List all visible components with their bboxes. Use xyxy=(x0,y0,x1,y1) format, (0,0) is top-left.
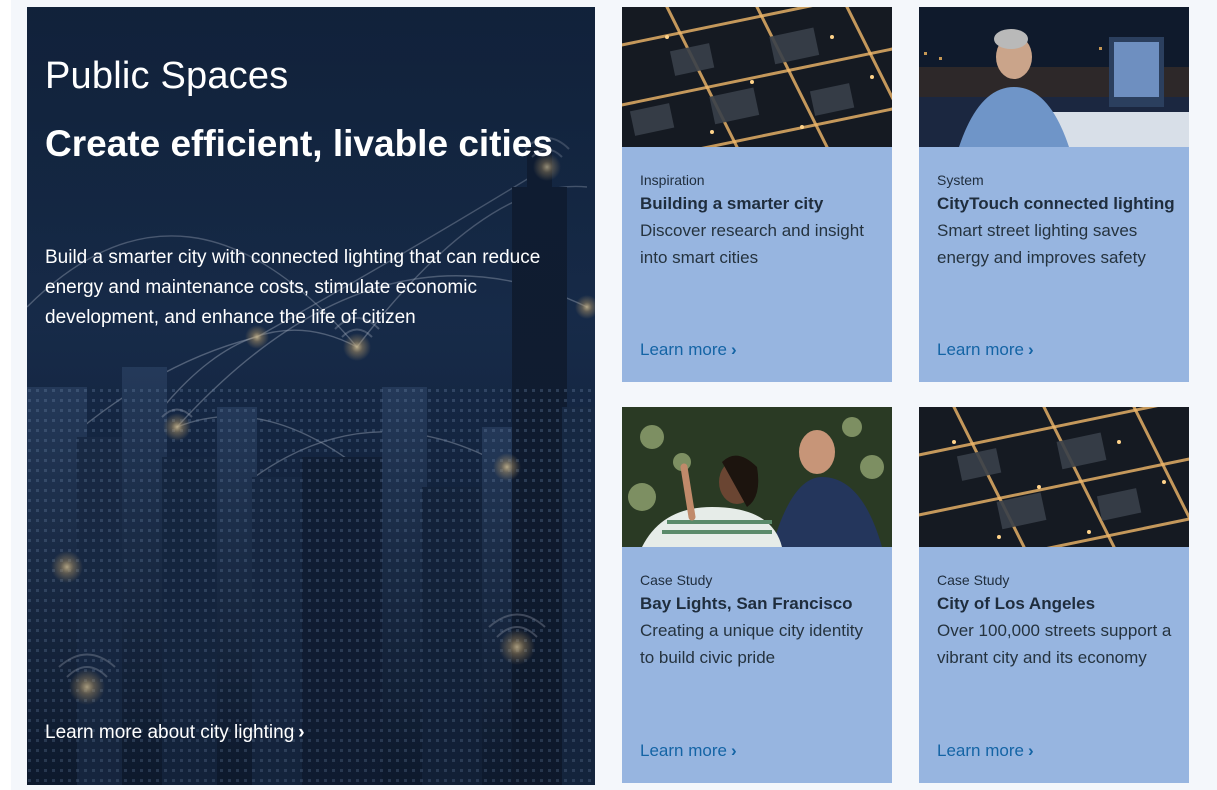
card-body: Case Study City of Los Angeles Over 100,… xyxy=(937,547,1177,671)
card-image-aerial-city xyxy=(919,407,1189,547)
hero-description: Build a smarter city with connected ligh… xyxy=(45,247,541,328)
chevron-right-icon: › xyxy=(1027,741,1034,760)
hero-eyebrow: Public Spaces xyxy=(45,55,289,97)
card-body: System CityTouch connected lighting Smar… xyxy=(937,147,1177,271)
card-title: Bay Lights, San Francisco xyxy=(640,594,853,613)
hero-public-spaces: Public Spaces Create efficient, livable … xyxy=(27,7,595,785)
learn-more-label: Learn more xyxy=(937,741,1024,760)
learn-more-label: Learn more xyxy=(640,741,727,760)
learn-more-link[interactable]: Learn more › xyxy=(640,340,737,360)
card-image-couple-pointing xyxy=(622,407,892,547)
card-kicker: Case Study xyxy=(937,572,1010,588)
card-title: Building a smarter city xyxy=(640,194,824,213)
chevron-right-icon: › xyxy=(1027,340,1034,359)
card-building-smarter-city[interactable]: Inspiration Building a smarter city Disc… xyxy=(622,7,892,382)
hero-link-label: Learn more about city lighting xyxy=(45,722,295,743)
learn-more-link[interactable]: Learn more › xyxy=(937,741,1034,761)
card-kicker: Inspiration xyxy=(640,172,705,188)
page: Public Spaces Create efficient, livable … xyxy=(0,0,1217,790)
card-description: Smart street lighting saves energy and i… xyxy=(937,221,1146,267)
card-citytouch-connected-lighting[interactable]: System CityTouch connected lighting Smar… xyxy=(919,7,1189,382)
chevron-right-icon: › xyxy=(298,722,305,743)
chevron-right-icon: › xyxy=(730,340,737,359)
card-kicker: Case Study xyxy=(640,572,713,588)
card-image-operator-monitor xyxy=(919,7,1189,147)
learn-more-label: Learn more xyxy=(937,340,1024,359)
card-description: Creating a unique city identity to build… xyxy=(640,621,864,667)
card-city-of-los-angeles[interactable]: Case Study City of Los Angeles Over 100,… xyxy=(919,407,1189,783)
learn-more-label: Learn more xyxy=(640,340,727,359)
chevron-right-icon: › xyxy=(730,741,737,760)
card-title: City of Los Angeles xyxy=(937,594,1096,613)
learn-more-link[interactable]: Learn more › xyxy=(640,741,737,761)
card-body: Case Study Bay Lights, San Francisco Cre… xyxy=(640,547,880,671)
learn-more-link[interactable]: Learn more › xyxy=(937,340,1034,360)
card-bay-lights-san-francisco[interactable]: Case Study Bay Lights, San Francisco Cre… xyxy=(622,407,892,783)
card-kicker: System xyxy=(937,172,984,188)
card-description: Discover research and insight into smart… xyxy=(640,221,864,267)
card-image-aerial-city xyxy=(622,7,892,147)
card-title: CityTouch connected lighting xyxy=(937,194,1175,213)
card-description: Over 100,000 streets support a vibrant c… xyxy=(937,621,1172,667)
learn-more-city-lighting-link[interactable]: Learn more about city lighting › xyxy=(45,722,305,744)
card-body: Inspiration Building a smarter city Disc… xyxy=(640,147,880,271)
hero-title: Create efficient, livable cities xyxy=(45,123,553,164)
